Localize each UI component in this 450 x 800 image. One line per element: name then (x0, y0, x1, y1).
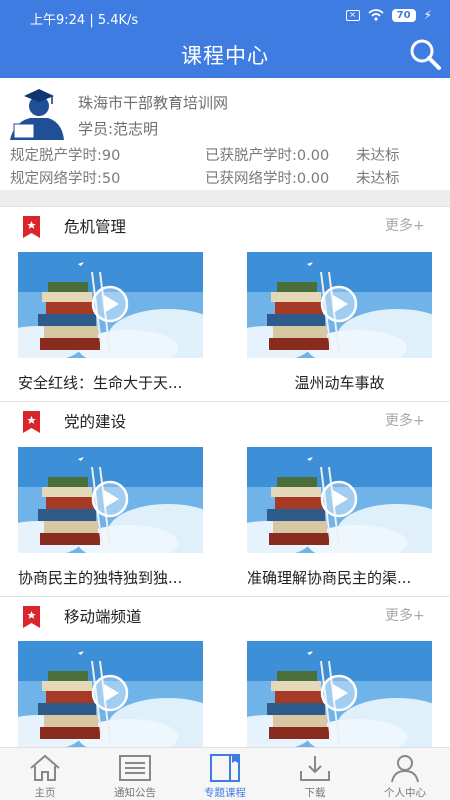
lightning-icon: ⚡ (423, 8, 432, 22)
bottom-nav: 主页 通知公告 专题课程 下载 个人中心 (0, 747, 450, 800)
bookmark-flag-icon (23, 216, 40, 238)
section-header: 危机管理 更多+ (0, 206, 450, 240)
nav-label: 个人中心 (384, 787, 426, 799)
section-divider (0, 190, 450, 206)
offline-status: 未达标 (356, 148, 400, 164)
download-icon (300, 756, 330, 781)
section-title: 移动端频道 (64, 608, 142, 626)
required-offline-hours: 规定脱产学时:90 (10, 148, 121, 164)
required-online-hours: 规定网络学时:50 (10, 171, 121, 187)
x-box-icon: × (345, 9, 360, 21)
status-icons: × 70 ⚡ (345, 8, 432, 22)
status-time: 上午9:24 | 5.4K/s (30, 13, 139, 28)
more-link[interactable]: 更多+ (385, 410, 425, 430)
nav-label: 主页 (34, 787, 56, 799)
profile-card: 珠海市干部教育培训网 学员:范志明 规定脱产学时:90 已获脱产学时:0.00 … (0, 78, 450, 190)
nav-home[interactable]: 主页 (0, 748, 90, 800)
home-icon (30, 754, 60, 781)
nav-label: 下载 (304, 787, 326, 799)
course-thumbnail[interactable] (18, 641, 203, 747)
course-title[interactable]: 温州动车事故 (247, 372, 432, 393)
status-bar: 上午9:24 | 5.4K/s × 70 ⚡ (0, 0, 450, 30)
section-title: 党的建设 (64, 413, 127, 431)
user-icon (391, 755, 419, 783)
course-thumbnail[interactable] (18, 447, 203, 553)
student-name: 学员:范志明 (78, 120, 159, 138)
earned-offline-hours: 已获脱产学时:0.00 (205, 148, 330, 164)
book-icon (210, 754, 240, 782)
nav-notice[interactable]: 通知公告 (90, 748, 180, 800)
org-name: 珠海市干部教育培训网 (78, 94, 229, 112)
bookmark-flag-icon (23, 411, 40, 433)
earned-online-hours: 已获网络学时:0.00 (205, 171, 330, 187)
course-title[interactable]: 安全红线：生命大于天... (18, 372, 218, 393)
nav-profile[interactable]: 个人中心 (360, 748, 450, 800)
course-thumbnail[interactable] (18, 252, 203, 358)
section-header: 移动端频道 更多+ (0, 596, 450, 630)
wifi-icon (368, 9, 384, 21)
course-title[interactable]: 准确理解协商民主的渠... (247, 567, 447, 588)
section-title: 危机管理 (64, 218, 127, 236)
search-icon[interactable] (407, 36, 443, 72)
nav-download[interactable]: 下载 (270, 748, 360, 800)
graduate-avatar-icon (10, 89, 64, 140)
nav-label: 通知公告 (114, 787, 156, 799)
section-header: 党的建设 更多+ (0, 401, 450, 435)
app-header: 上午9:24 | 5.4K/s × 70 ⚡ 课程中心 (0, 0, 450, 78)
notice-icon (119, 755, 151, 781)
battery-indicator: 70 (391, 8, 416, 22)
course-thumbnail[interactable] (247, 447, 432, 553)
page-title: 课程中心 (181, 44, 269, 68)
more-link[interactable]: 更多+ (385, 605, 425, 625)
course-title[interactable]: 协商民主的独特独到独... (18, 567, 223, 588)
online-status: 未达标 (356, 171, 400, 187)
course-thumbnail[interactable] (247, 641, 432, 747)
bookmark-flag-icon (23, 606, 40, 628)
more-link[interactable]: 更多+ (385, 215, 425, 235)
nav-label: 专题课程 (204, 787, 246, 799)
course-thumbnail[interactable] (247, 252, 432, 358)
nav-topic-courses[interactable]: 专题课程 (180, 748, 270, 800)
